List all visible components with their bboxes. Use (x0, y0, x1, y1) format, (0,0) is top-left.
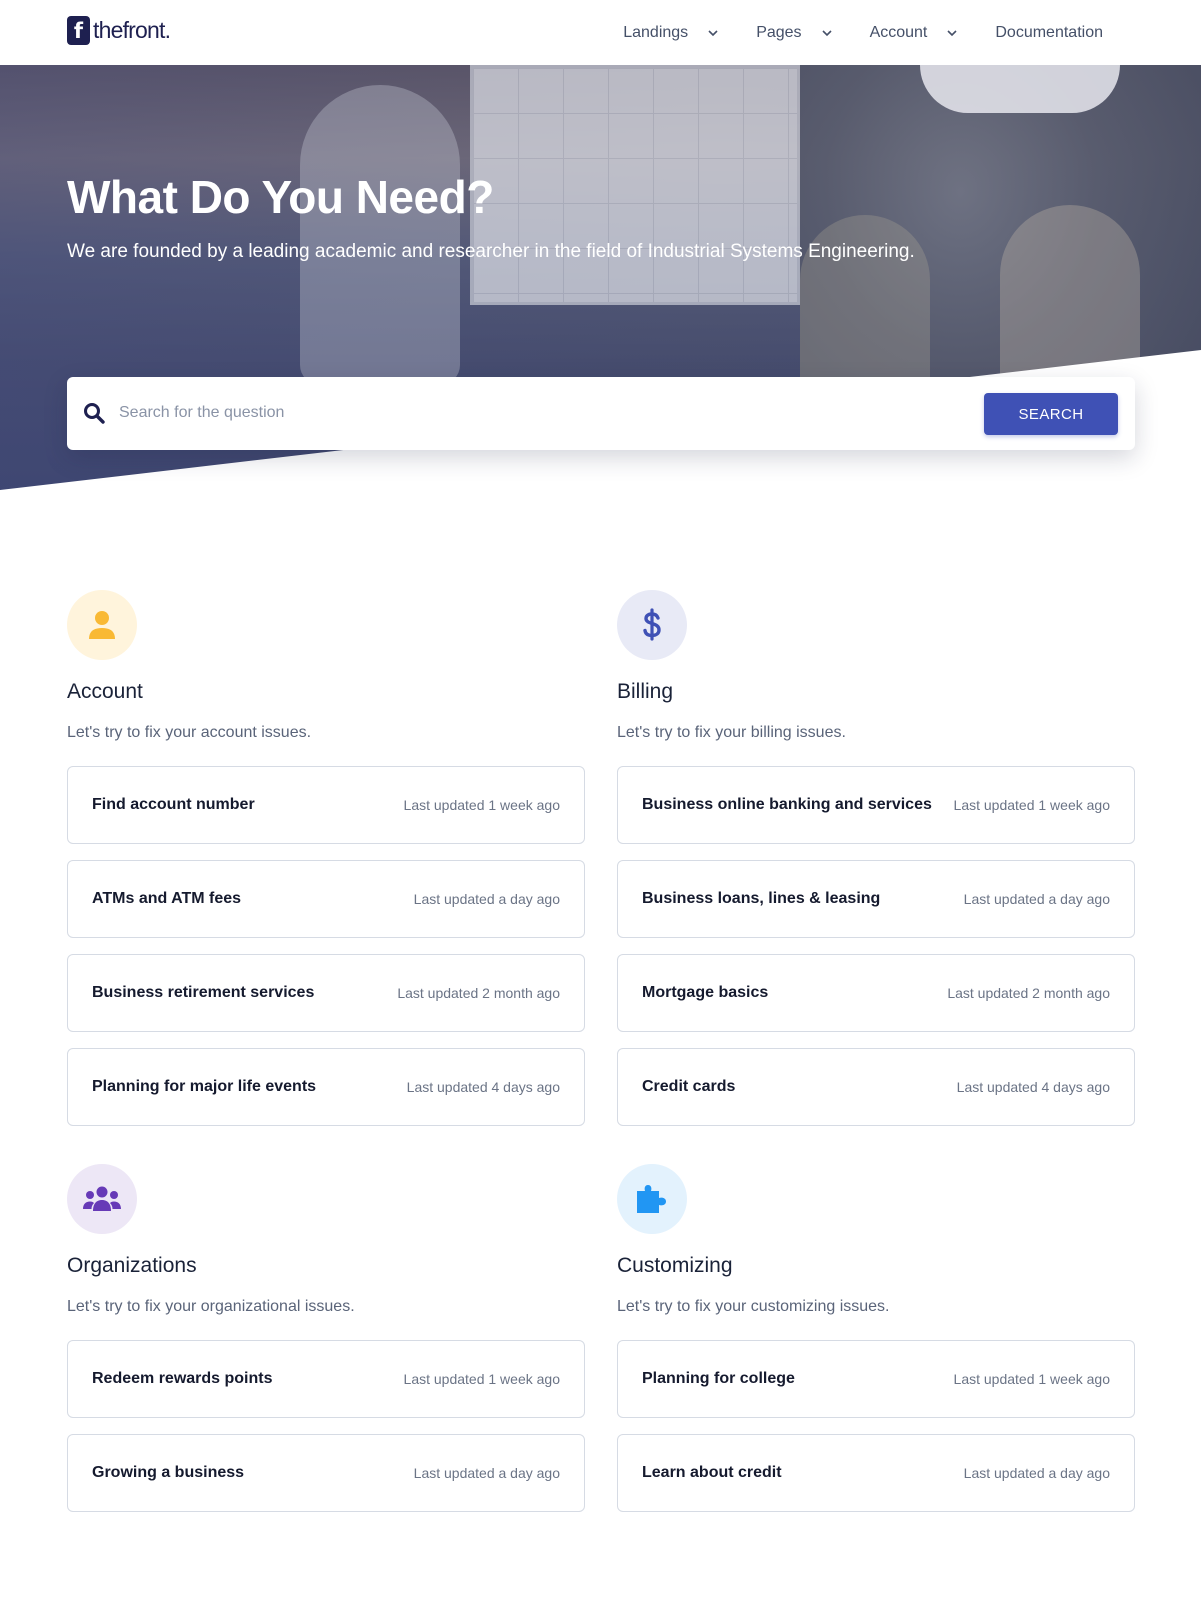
category-title: Customizing (617, 1254, 733, 1277)
nav-item-label: Documentation (995, 23, 1103, 41)
logo-text: thefront. (93, 17, 171, 43)
search-button[interactable]: SEARCH (984, 393, 1118, 435)
article-card[interactable]: Planning for major life events Last updat… (67, 1048, 585, 1126)
article-title: Mortgage basics (642, 984, 769, 1001)
article-card[interactable]: Find account number Last updated 1 week a… (67, 766, 585, 844)
category-description: Let's try to fix your account issues. (67, 724, 312, 741)
article-updated: Last updated 2 month ago (947, 985, 1110, 1001)
category-title: Organizations (67, 1254, 197, 1277)
nav-item-documentation[interactable]: Documentation (995, 24, 1103, 42)
article-card[interactable]: Business retirement services Last updated… (67, 954, 585, 1032)
hero-photo-lamp (920, 65, 1120, 113)
article-card[interactable]: Redeem rewards points Last updated 1 week… (67, 1340, 585, 1418)
article-title: Credit cards (642, 1078, 736, 1095)
category-billing: Billing Let's try to fix your billing is… (617, 590, 1135, 1142)
article-title: Business loans, lines & leasing (642, 890, 881, 907)
article-list: Redeem rewards points Last updated 1 week… (67, 1340, 585, 1512)
category-description: Let's try to fix your organizational iss… (67, 1298, 355, 1315)
article-card[interactable]: Mortgage basics Last updated 2 month ago (617, 954, 1135, 1032)
page-title: What Do You Need? (67, 171, 494, 223)
article-updated: Last updated 1 week ago (403, 1371, 560, 1387)
article-updated: Last updated 2 month ago (397, 985, 560, 1001)
article-list: Planning for college Last updated 1 week … (617, 1340, 1135, 1512)
chevron-down-icon (821, 28, 832, 38)
users-icon (67, 1164, 137, 1234)
article-card[interactable]: Learn about credit Last updated a day ago (617, 1434, 1135, 1512)
article-updated: Last updated a day ago (413, 891, 560, 907)
search-icon (83, 402, 105, 424)
article-updated: Last updated 4 days ago (406, 1079, 560, 1095)
logo-mark: f (67, 16, 90, 45)
nav-item-label: Landings (623, 23, 689, 41)
top-navbar: f thefront. Landings Pages Account Docum… (0, 0, 1201, 65)
category-title: Billing (617, 680, 674, 703)
hero-photo-shape (300, 85, 460, 385)
main-nav: Landings Pages Account Documentation (585, 0, 1103, 65)
puzzle-icon (617, 1164, 687, 1234)
nav-item-label: Account (869, 23, 928, 41)
page-subtitle: We are founded by a leading academic and… (67, 241, 915, 262)
hero-photo-whiteboard (470, 65, 800, 305)
search-bar: SEARCH (67, 377, 1135, 450)
nav-item-pages[interactable]: Pages (756, 23, 832, 42)
chevron-down-icon (708, 28, 718, 38)
article-updated: Last updated a day ago (963, 1465, 1110, 1481)
article-card[interactable]: Planning for college Last updated 1 week … (617, 1340, 1135, 1418)
nav-item-label: Pages (756, 23, 802, 41)
category-customizing: Customizing Let's try to fix your custom… (617, 1164, 1135, 1528)
search-input[interactable] (119, 397, 939, 429)
article-title: Learn about credit (642, 1464, 782, 1481)
article-updated: Last updated a day ago (413, 1465, 560, 1481)
article-list: Business online banking and services Last… (617, 766, 1135, 1126)
article-card[interactable]: Credit cards Last updated 4 days ago (617, 1048, 1135, 1126)
category-organizations: Organizations Let's try to fix your orga… (67, 1164, 585, 1528)
article-title: Redeem rewards points (92, 1370, 273, 1387)
chevron-down-icon (947, 28, 957, 38)
article-title: Growing a business (92, 1464, 245, 1481)
category-title: Account (67, 680, 143, 703)
article-updated: Last updated 1 week ago (953, 1371, 1110, 1387)
article-updated: Last updated a day ago (963, 891, 1110, 907)
nav-item-landings[interactable]: Landings (623, 24, 718, 42)
category-description: Let's try to fix your customizing issues… (617, 1298, 890, 1315)
user-icon (67, 590, 137, 660)
article-title: Planning for major life events (92, 1078, 317, 1095)
article-card[interactable]: Growing a business Last updated a day ago (67, 1434, 585, 1512)
article-card[interactable]: ATMs and ATM fees Last updated a day ago (67, 860, 585, 938)
article-title: Business retirement services (92, 984, 315, 1001)
brand-logo[interactable]: f thefront. (67, 16, 171, 45)
article-title: Planning for college (642, 1370, 795, 1387)
nav-item-account[interactable]: Account (870, 24, 958, 42)
article-title: Business online banking and services (642, 796, 932, 813)
article-list: Find account number Last updated 1 week a… (67, 766, 585, 1126)
article-updated: Last updated 1 week ago (953, 797, 1110, 813)
article-title: Find account number (92, 796, 255, 813)
article-updated: Last updated 4 days ago (956, 1079, 1110, 1095)
category-account: Account Let's try to fix your account is… (67, 590, 585, 1142)
article-updated: Last updated 1 week ago (403, 797, 560, 813)
category-description: Let's try to fix your billing issues. (617, 724, 846, 741)
article-card[interactable]: Business loans, lines & leasing Last upda… (617, 860, 1135, 938)
dollar-icon (617, 590, 687, 660)
article-title: ATMs and ATM fees (92, 890, 242, 907)
hero-section: What Do You Need? We are founded by a le… (0, 65, 1201, 490)
article-card[interactable]: Business online banking and services Last… (617, 766, 1135, 844)
